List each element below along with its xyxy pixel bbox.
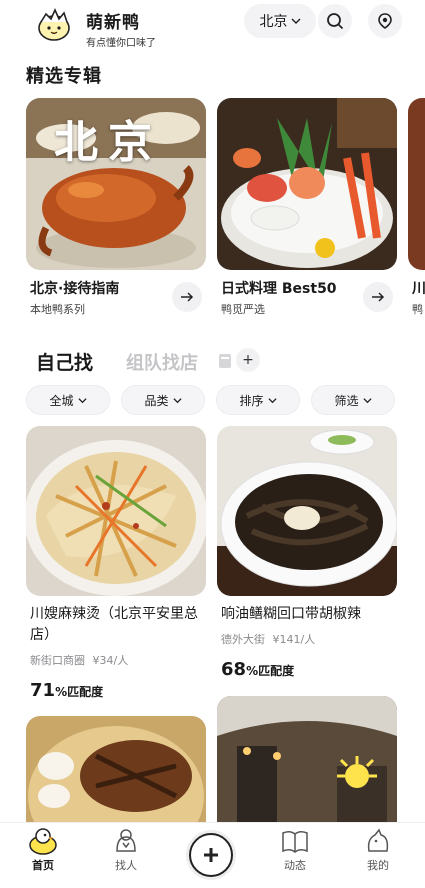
filter-label: 筛选 <box>334 393 359 408</box>
restaurant-card[interactable]: 响油鳝糊回口带胡椒辣 德外大街 ¥141/人 68%匹配度 <box>217 426 397 680</box>
chevron-down-icon <box>77 397 87 403</box>
nav-label: 找人 <box>115 859 137 872</box>
nav-find-people[interactable]: 找人 <box>96 827 156 873</box>
featured-subtitle: 鸭觅严选 <box>221 303 265 316</box>
nav-label: 首页 <box>32 859 54 872</box>
match-label: %匹配度 <box>55 685 104 699</box>
featured-subtitle: 本地鸭系列 <box>30 303 85 316</box>
arrow-right-button[interactable] <box>172 282 202 312</box>
match-label: %匹配度 <box>246 664 295 678</box>
arrow-right-icon <box>372 292 385 302</box>
city-selector[interactable]: 北京 <box>244 4 316 38</box>
restaurant-price: ¥34/人 <box>92 654 129 667</box>
featured-title: 川 <box>412 281 425 297</box>
duck-home-icon <box>29 828 57 855</box>
restaurant-meta: 德外大街 ¥141/人 <box>221 631 393 647</box>
restaurant-image-patio <box>217 696 397 822</box>
filter-category[interactable]: 品类 <box>121 385 205 415</box>
restaurant-image-bbq <box>26 716 206 822</box>
restaurant-area: 德外大街 <box>221 633 265 646</box>
filter-label: 排序 <box>239 393 264 408</box>
featured-image-sashimi <box>217 98 397 270</box>
location-button[interactable] <box>368 4 402 38</box>
restaurant-image-eel <box>217 426 397 596</box>
restaurant-meta: 新街口商圈 ¥34/人 <box>30 652 202 668</box>
app-slogan: 有点懂你口味了 <box>86 38 156 49</box>
book-icon <box>282 830 308 853</box>
restaurant-card[interactable] <box>217 696 397 822</box>
location-pin-icon <box>378 13 392 29</box>
featured-title: 北京·接待指南 <box>30 281 120 297</box>
people-icon <box>116 829 136 852</box>
featured-section-title: 精选专辑 <box>26 66 102 87</box>
restaurant-area: 新街口商圈 <box>30 654 85 667</box>
chevron-down-icon <box>172 397 182 403</box>
featured-card-beijing[interactable]: 北京 北京·接待指南 本地鸭系列 <box>26 98 206 316</box>
match-score: 71%匹配度 <box>30 680 202 701</box>
featured-overlay-text: 北京 <box>54 117 162 168</box>
tab-group-search[interactable]: 组队找店 <box>126 349 198 375</box>
arrow-right-icon <box>181 292 194 302</box>
restaurant-card[interactable] <box>26 716 206 822</box>
match-value: 68 <box>221 659 247 680</box>
sticker-icon <box>219 354 231 368</box>
app-name: 萌新鸭 <box>86 13 140 33</box>
filter-city[interactable]: 全城 <box>26 385 110 415</box>
nav-home[interactable]: 首页 <box>13 827 73 873</box>
restaurant-price: ¥141/人 <box>272 633 316 646</box>
featured-subtitle: 鸭 <box>412 303 423 316</box>
featured-card-japanese[interactable]: 日式料理 Best50 鸭觅严选 <box>217 98 397 316</box>
nav-label: 我的 <box>367 859 389 872</box>
featured-title: 日式料理 Best50 <box>221 281 337 297</box>
featured-image-partial <box>408 98 425 270</box>
duck-logo-icon <box>38 8 70 41</box>
featured-card-partial[interactable]: 川 鸭 <box>408 98 425 328</box>
city-label: 北京 <box>259 14 288 30</box>
restaurant-name: 响油鳝糊回口带胡椒辣 <box>221 606 361 622</box>
restaurant-card[interactable]: 川嫂麻辣烫（北京平安里总店） 新街口商圈 ¥34/人 71%匹配度 <box>26 426 206 701</box>
nav-label: 动态 <box>284 859 306 872</box>
featured-image-roast-duck: 北京 <box>26 98 206 270</box>
chevron-down-icon <box>362 397 372 403</box>
nav-add-button[interactable] <box>189 833 233 877</box>
plus-icon <box>204 848 218 862</box>
nav-profile[interactable]: 我的 <box>348 827 408 873</box>
bottom-navigation: 首页 找人 动态 我的 <box>0 822 425 888</box>
search-button[interactable] <box>318 4 352 38</box>
chevron-down-icon <box>267 397 277 403</box>
filter-sort[interactable]: 排序 <box>216 385 300 415</box>
tab-add-button[interactable]: + <box>236 348 260 372</box>
match-score: 68%匹配度 <box>221 659 393 680</box>
filter-screen[interactable]: 筛选 <box>311 385 395 415</box>
restaurant-name: 川嫂麻辣烫（北京平安里总店） <box>30 606 198 643</box>
restaurant-image-noodles <box>26 426 206 596</box>
nav-feed[interactable]: 动态 <box>265 827 325 873</box>
search-icon <box>327 13 344 30</box>
tab-self-search[interactable]: 自己找 <box>36 348 93 375</box>
filter-label: 全城 <box>49 393 74 408</box>
filter-label: 品类 <box>144 393 169 408</box>
profile-icon <box>367 828 389 852</box>
match-value: 71 <box>30 680 56 701</box>
chevron-down-icon <box>290 18 301 25</box>
arrow-right-button[interactable] <box>363 282 393 312</box>
app-header: 萌新鸭 有点懂你口味了 北京 <box>0 0 425 54</box>
